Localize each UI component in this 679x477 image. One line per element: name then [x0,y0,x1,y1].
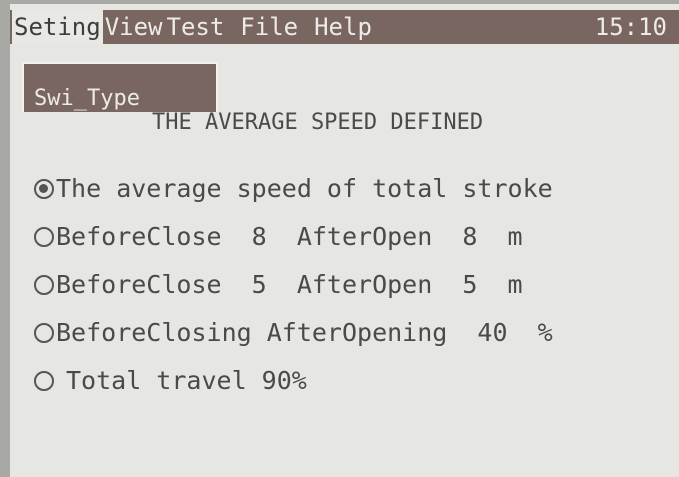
option-label: BeforeClosing AfterOpening 40 % [56,318,553,347]
page-title: THE AVERAGE SPEED DEFINED [152,110,484,135]
menu-help[interactable]: Help [312,10,374,44]
option-label: BeforeClose 5 AfterOpen 5 m [56,270,523,299]
option-label: BeforeClose 8 AfterOpen 8 m [56,222,523,251]
menu-file[interactable]: File [238,10,300,44]
option-label: Total travel 90% [66,366,307,395]
option-label: The average speed of total stroke [56,174,553,203]
radio-icon[interactable] [34,322,54,343]
menu-seting[interactable]: Seting [12,10,103,44]
radio-icon[interactable] [34,274,54,295]
option-before-close-8[interactable]: BeforeClose 8 AfterOpen 8 m [34,222,523,251]
radio-selected-icon[interactable] [34,178,54,199]
clock-display: 15:10 [594,13,667,41]
tab-swi-type[interactable]: Swi_Type [22,62,218,112]
option-before-close-5[interactable]: BeforeClose 5 AfterOpen 5 m [34,270,523,299]
option-total-stroke[interactable]: The average speed of total stroke [34,174,553,203]
radio-icon[interactable] [34,226,54,247]
menu-test[interactable]: Test [165,10,227,44]
menu-bar: Seting View Test File Help 15:10 [10,10,679,44]
device-screen: Seting View Test File Help 15:10 Swi_Typ… [10,4,679,477]
tab-label: Swi_Type [34,86,140,111]
menu-view[interactable]: View [103,10,165,44]
radio-icon[interactable] [34,370,54,391]
option-before-closing-percent[interactable]: BeforeClosing AfterOpening 40 % [34,318,553,347]
option-total-travel[interactable]: Total travel 90% [34,366,307,395]
